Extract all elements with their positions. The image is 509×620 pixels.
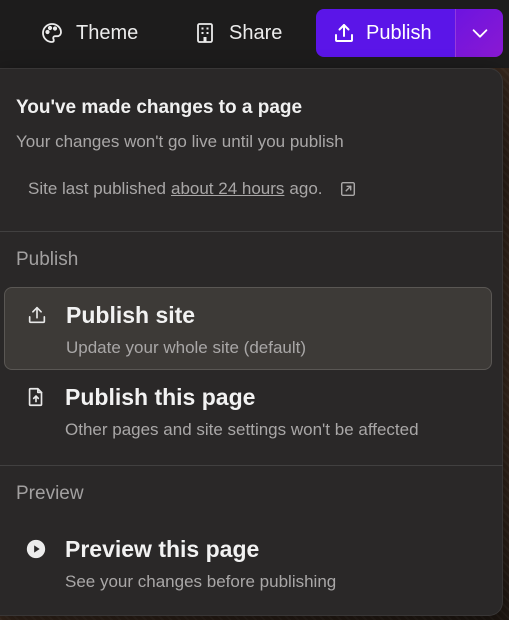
publish-site-option[interactable]: Publish site Update your whole site (def… — [4, 287, 492, 370]
publish-section-label: Publish — [16, 249, 79, 270]
top-toolbar: Theme Share Publish — [0, 0, 509, 68]
publish-button[interactable]: Publish — [316, 9, 455, 57]
option-title: Publish this page — [65, 384, 256, 410]
publish-dropdown-panel: You've made changes to a page Your chang… — [0, 68, 503, 616]
notice-subtitle: Your changes won't go live until you pub… — [16, 132, 344, 151]
theme-label: Theme — [76, 21, 139, 44]
last-published-suffix: ago. — [289, 179, 323, 198]
building-icon — [197, 23, 213, 43]
share-label: Share — [229, 21, 283, 44]
upload-icon — [335, 24, 353, 42]
external-link-icon[interactable] — [339, 180, 357, 198]
option-description: See your changes before publishing — [65, 572, 337, 591]
publish-options-toggle[interactable] — [455, 9, 503, 57]
divider — [0, 231, 503, 232]
divider — [0, 465, 503, 466]
upload-icon — [28, 306, 46, 324]
play-circle-icon — [26, 539, 46, 559]
publish-page-option[interactable]: Publish this page Other pages and site s… — [4, 370, 492, 453]
option-title: Publish site — [66, 302, 196, 328]
last-published-prefix: Site last published — [28, 179, 166, 198]
share-button[interactable]: Share — [193, 11, 282, 55]
chevron-down-icon — [472, 29, 487, 38]
notice-title: You've made changes to a page — [16, 97, 303, 118]
option-title: Preview this page — [65, 536, 260, 562]
last-published-link[interactable]: about 24 hours — [171, 179, 284, 199]
publish-split-button: Publish — [316, 9, 503, 57]
preview-section-label: Preview — [16, 483, 84, 504]
option-description: Other pages and site settings won't be a… — [65, 420, 419, 439]
theme-button[interactable]: Theme — [40, 11, 138, 55]
last-published-info: Site last published about 24 hours ago. — [28, 179, 357, 199]
publish-label: Publish — [366, 21, 432, 44]
palette-icon — [42, 23, 62, 43]
preview-page-option[interactable]: Preview this page See your changes befor… — [4, 522, 492, 605]
option-description: Update your whole site (default) — [66, 338, 307, 357]
file-upload-icon — [28, 387, 43, 407]
